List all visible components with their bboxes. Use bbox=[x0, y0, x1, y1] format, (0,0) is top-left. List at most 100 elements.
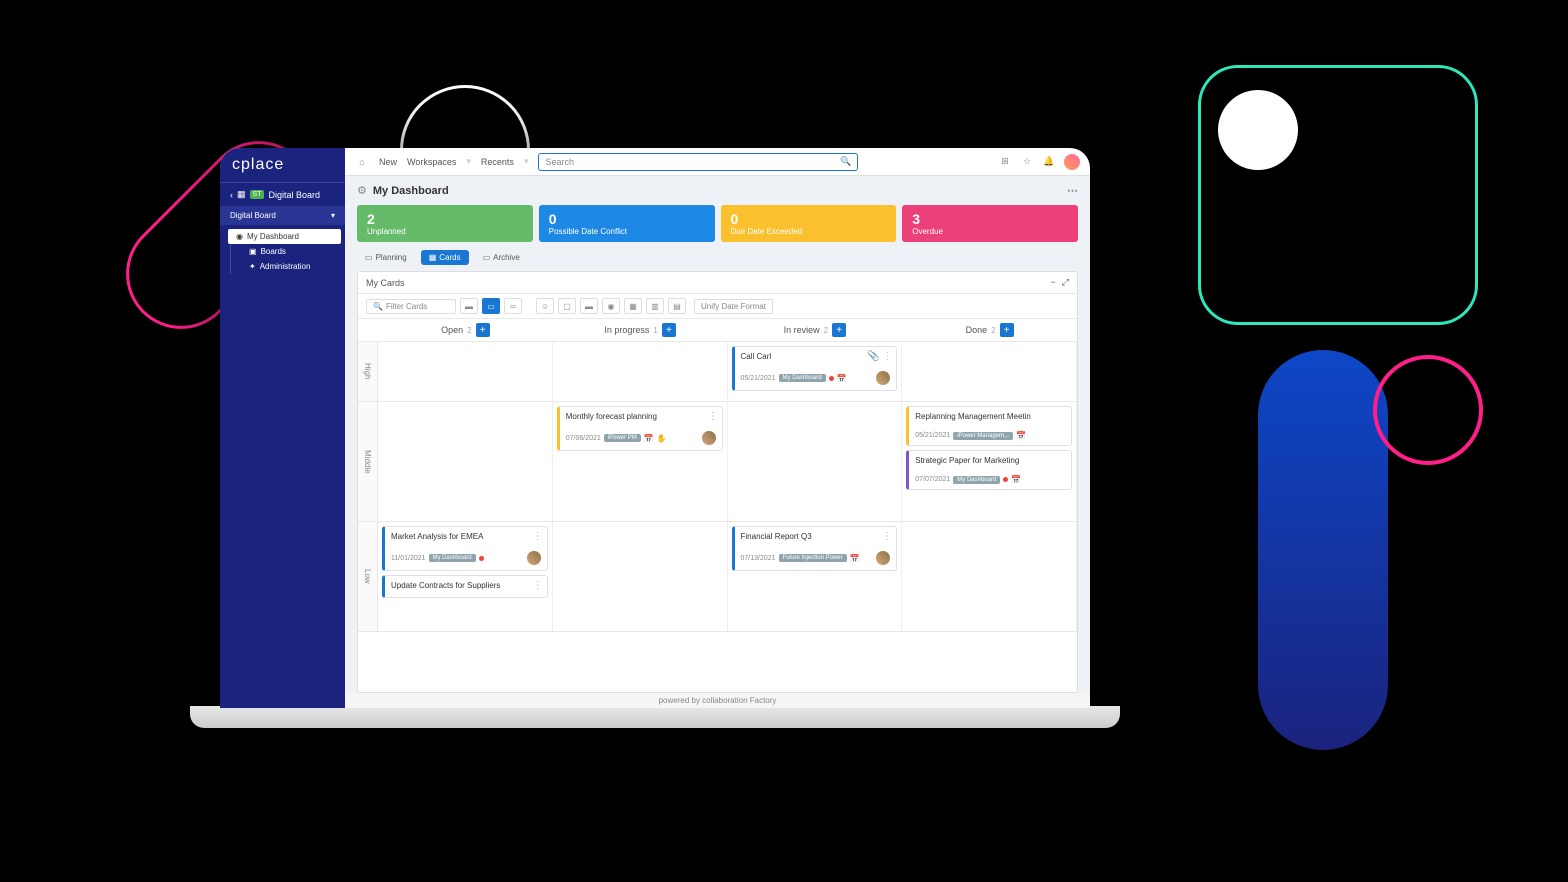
sidebar-item-administration[interactable]: ✦ Administration bbox=[230, 259, 345, 274]
tag-filter-icon[interactable]: ▬ bbox=[580, 298, 598, 314]
card-title: Market Analysis for EMEA bbox=[391, 532, 541, 541]
sidebar-item-boards[interactable]: ▣ Boards bbox=[230, 244, 345, 259]
tab-label: Planning bbox=[376, 253, 407, 262]
card-market-analysis[interactable]: ⋮ Market Analysis for EMEA 11/01/2021 My… bbox=[382, 526, 548, 571]
stat-label: Overdue bbox=[912, 227, 1068, 236]
footer-text: powered by collaboration Factory bbox=[345, 693, 1090, 708]
stat-date-conflict[interactable]: 0 Possible Date Conflict bbox=[539, 205, 715, 242]
stat-unplanned[interactable]: 2 Unplanned bbox=[357, 205, 533, 242]
card-strategic[interactable]: Strategic Paper for Marketing 07/07/2021… bbox=[906, 450, 1072, 490]
card-menu-icon[interactable]: ⋮ bbox=[533, 580, 543, 591]
cards-icon: ▦ bbox=[429, 253, 437, 262]
row-filter-icon[interactable]: ▤ bbox=[668, 298, 686, 314]
priority-dot-icon bbox=[1003, 477, 1008, 482]
column-name: Open bbox=[441, 325, 463, 335]
back-arrow-icon[interactable]: ‹ bbox=[230, 190, 233, 200]
board-icon: ▦ bbox=[237, 189, 246, 200]
card-date: 07/06/2021 bbox=[566, 435, 601, 442]
gear-icon[interactable]: ⚙ bbox=[357, 184, 367, 197]
card-financial-report[interactable]: ⋮ Financial Report Q3 07/13/2021 Future … bbox=[732, 526, 898, 571]
sidebar-item-dashboard[interactable]: ◉ My Dashboard bbox=[228, 229, 341, 244]
card-forecast[interactable]: ⋮ Monthly forecast planning 07/06/2021 i… bbox=[557, 406, 723, 451]
location-filter-icon[interactable]: ◉ bbox=[602, 298, 620, 314]
cell[interactable] bbox=[902, 522, 1077, 631]
apps-icon[interactable]: ⊞ bbox=[998, 155, 1012, 169]
stat-overdue[interactable]: 3 Overdue bbox=[902, 205, 1078, 242]
cell[interactable]: ⋮ Monthly forecast planning 07/06/2021 i… bbox=[553, 402, 728, 521]
sidebar: cplace ‹ ▦ ST Digital Board Digital Boar… bbox=[220, 148, 345, 708]
card-menu-icon[interactable]: ⋮ bbox=[708, 411, 718, 422]
view-card-icon[interactable]: ▭ bbox=[482, 298, 500, 314]
add-card-button[interactable]: + bbox=[832, 323, 846, 337]
sidebar-workspace-title[interactable]: ‹ ▦ ST Digital Board bbox=[220, 182, 345, 206]
assignee-avatar[interactable] bbox=[876, 371, 890, 385]
cell[interactable] bbox=[553, 342, 728, 401]
cell[interactable] bbox=[728, 402, 903, 521]
add-card-button[interactable]: + bbox=[662, 323, 676, 337]
cell[interactable]: 📎 ⋮ Call Carl 05/21/2021 My Dashboard 📅 bbox=[728, 342, 903, 401]
card-menu-icon[interactable]: 📎 ⋮ bbox=[867, 351, 892, 362]
nav-workspaces[interactable]: Workspaces bbox=[407, 157, 456, 167]
tab-archive[interactable]: ▭ Archive bbox=[475, 250, 528, 265]
add-card-button[interactable]: + bbox=[1000, 323, 1014, 337]
user-avatar[interactable] bbox=[1064, 154, 1080, 170]
flag-filter-icon[interactable]: ▢ bbox=[558, 298, 576, 314]
filter-input[interactable]: 🔍 Filter Cards bbox=[366, 299, 456, 314]
assignee-avatar[interactable] bbox=[702, 431, 716, 445]
nav-recents[interactable]: Recents bbox=[481, 157, 514, 167]
card-menu-icon[interactable]: ⋮ bbox=[533, 531, 543, 542]
cell[interactable] bbox=[553, 522, 728, 631]
card-title: Monthly forecast planning bbox=[566, 412, 716, 421]
column-in-progress: In progress 1 + bbox=[553, 319, 728, 341]
cell[interactable]: Replanning Management Meetin 05/21/2021 … bbox=[902, 402, 1077, 521]
card-date: 07/07/2021 bbox=[915, 476, 950, 483]
assignee-avatar[interactable] bbox=[876, 551, 890, 565]
date-filter-icon[interactable]: ▦ bbox=[624, 298, 642, 314]
card-menu-icon[interactable]: ⋮ bbox=[882, 531, 892, 542]
nav-divider: ▾ bbox=[466, 156, 471, 167]
column-filter-icon[interactable]: ▥ bbox=[646, 298, 664, 314]
card-contracts[interactable]: ⋮ Update Contracts for Suppliers bbox=[382, 575, 548, 598]
tab-planning[interactable]: ▭ Planning bbox=[357, 250, 415, 265]
unify-date-button[interactable]: Unify Date Format bbox=[694, 299, 773, 314]
nav-new[interactable]: New bbox=[379, 157, 397, 167]
decor-pink-circle bbox=[1373, 355, 1483, 465]
view-list-icon[interactable]: ═ bbox=[504, 298, 522, 314]
card-date: 11/01/2021 bbox=[391, 555, 426, 562]
archive-icon: ▭ bbox=[483, 253, 491, 262]
row-label-middle: Middle bbox=[358, 402, 378, 521]
card-call-carl[interactable]: 📎 ⋮ Call Carl 05/21/2021 My Dashboard 📅 bbox=[732, 346, 898, 391]
notification-icon[interactable]: 🔔 bbox=[1042, 155, 1056, 169]
cell[interactable] bbox=[902, 342, 1077, 401]
stat-value: 3 bbox=[912, 211, 1068, 227]
sidebar-section-header[interactable]: Digital Board ▾ bbox=[220, 206, 345, 225]
cell[interactable] bbox=[378, 402, 553, 521]
cell[interactable] bbox=[378, 342, 553, 401]
tab-label: Archive bbox=[493, 253, 520, 262]
stat-value: 0 bbox=[549, 211, 705, 227]
view-compact-icon[interactable]: ▬ bbox=[460, 298, 478, 314]
column-name: Done bbox=[966, 325, 988, 335]
card-date: 05/21/2021 bbox=[915, 432, 950, 439]
stat-due-exceeded[interactable]: 0 Due Date Exceeded bbox=[721, 205, 897, 242]
chevron-down-icon: ▾ bbox=[331, 211, 335, 220]
laptop-base bbox=[190, 706, 1120, 728]
search-input[interactable]: Search 🔍 bbox=[538, 153, 858, 171]
assignee-avatar[interactable] bbox=[527, 551, 541, 565]
minimize-icon[interactable]: − bbox=[1051, 277, 1056, 288]
page-title: My Dashboard bbox=[373, 185, 449, 197]
more-icon[interactable]: ⋯ bbox=[1067, 184, 1078, 197]
user-filter-icon[interactable]: ☺ bbox=[536, 298, 554, 314]
card-replanning[interactable]: Replanning Management Meetin 05/21/2021 … bbox=[906, 406, 1072, 446]
tab-label: Cards bbox=[439, 253, 460, 262]
row-label-low: Low bbox=[358, 522, 378, 631]
tab-cards[interactable]: ▦ Cards bbox=[421, 250, 469, 265]
add-card-button[interactable]: + bbox=[476, 323, 490, 337]
expand-icon[interactable]: ⤢ bbox=[1062, 277, 1069, 288]
priority-dot-icon bbox=[479, 556, 484, 561]
star-icon[interactable]: ☆ bbox=[1020, 155, 1034, 169]
card-title: Financial Report Q3 bbox=[741, 532, 891, 541]
cell[interactable]: ⋮ Market Analysis for EMEA 11/01/2021 My… bbox=[378, 522, 553, 631]
home-icon[interactable]: ⌂ bbox=[355, 155, 369, 169]
cell[interactable]: ⋮ Financial Report Q3 07/13/2021 Future … bbox=[728, 522, 903, 631]
